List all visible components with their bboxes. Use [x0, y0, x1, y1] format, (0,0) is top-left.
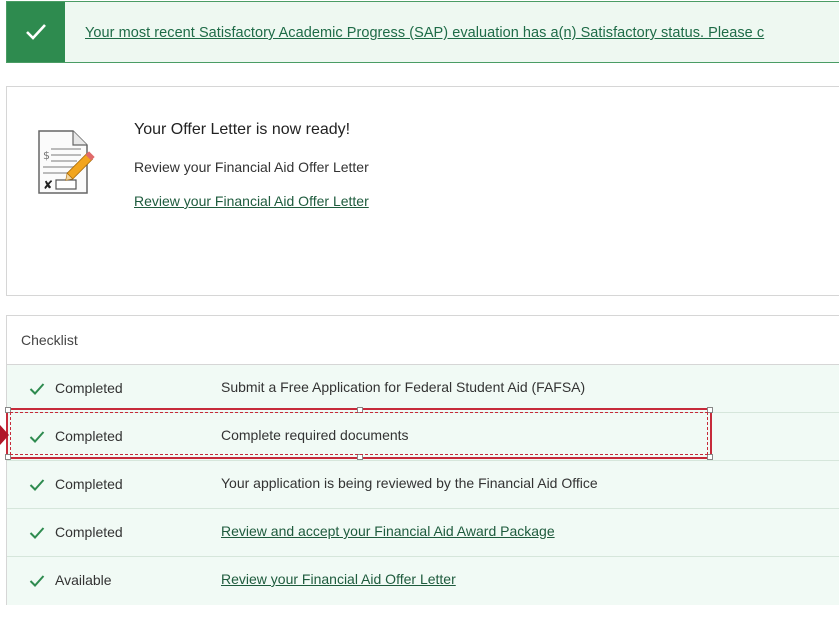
offer-subtitle: Review your Financial Aid Offer Letter: [134, 159, 369, 175]
checkmark-icon: [29, 526, 45, 540]
review-offer-letter-link[interactable]: Review your Financial Aid Offer Letter: [134, 193, 369, 209]
row-status: Completed: [55, 428, 123, 444]
checklist-row: Completed Review and accept your Financi…: [7, 509, 839, 557]
checkmark-icon: [29, 478, 45, 492]
offer-title: Your Offer Letter is now ready!: [134, 121, 351, 138]
accept-award-package-link[interactable]: Review and accept your Financial Aid Awa…: [221, 523, 555, 539]
checklist-row: Completed Complete required documents: [7, 413, 839, 461]
offer-letter-card: $ ✘ Your Offer Letter is now ready! Revi…: [6, 86, 839, 296]
checklist-row: Completed Submit a Free Application for …: [7, 365, 839, 413]
checkmark-icon: [29, 382, 45, 396]
row-status: Completed: [55, 380, 123, 396]
row-status: Available: [55, 572, 112, 588]
checkmark-icon: [29, 430, 45, 444]
checklist-title: Checklist: [7, 316, 839, 365]
svg-text:$: $: [43, 149, 50, 162]
sap-status-banner: Your most recent Satisfactory Academic P…: [6, 1, 839, 63]
document-pencil-icon: $ ✘: [37, 129, 95, 195]
checkmark-icon: [29, 574, 45, 588]
sap-status-link[interactable]: Your most recent Satisfactory Academic P…: [85, 25, 764, 41]
row-status: Completed: [55, 524, 123, 540]
svg-text:✘: ✘: [43, 178, 53, 192]
row-text: Your application is being reviewed by th…: [221, 475, 598, 491]
row-text: Submit a Free Application for Federal St…: [221, 379, 586, 395]
row-status: Completed: [55, 476, 123, 492]
checklist-row: Available Review your Financial Aid Offe…: [7, 557, 839, 605]
checklist-panel: Checklist Completed Submit a Free Applic…: [6, 315, 839, 605]
row-text: Complete required documents: [221, 427, 409, 443]
checkmark-icon: [7, 2, 65, 62]
checklist-row: Completed Your application is being revi…: [7, 461, 839, 509]
pointer-arrow-icon: [0, 425, 9, 445]
review-offer-letter-row-link[interactable]: Review your Financial Aid Offer Letter: [221, 571, 456, 587]
